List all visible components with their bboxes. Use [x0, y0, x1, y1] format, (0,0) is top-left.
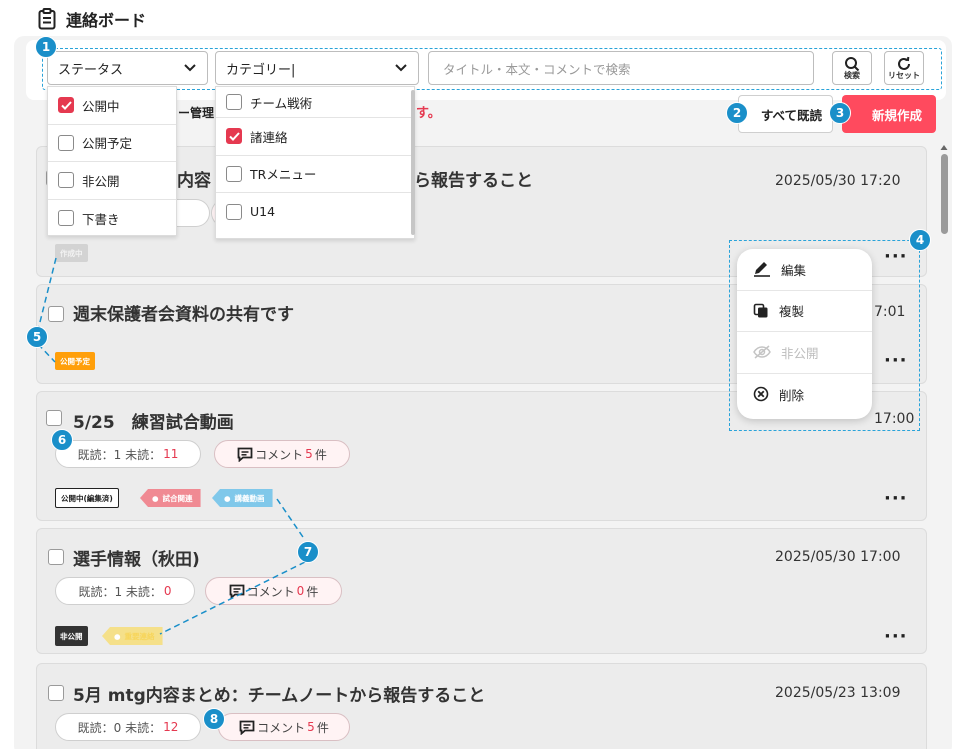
annotation-marker: 5	[26, 326, 48, 348]
annotation-marker: 7	[297, 541, 319, 563]
annotation-connectors	[37, 257, 306, 635]
annotation-marker: 4	[909, 229, 931, 251]
annotation-marker: 2	[726, 102, 748, 124]
annotation-marker: 6	[51, 429, 73, 451]
annotation-marker: 3	[829, 102, 851, 124]
annotation-marker: 8	[203, 708, 225, 730]
annotation-marker: 1	[35, 36, 57, 58]
